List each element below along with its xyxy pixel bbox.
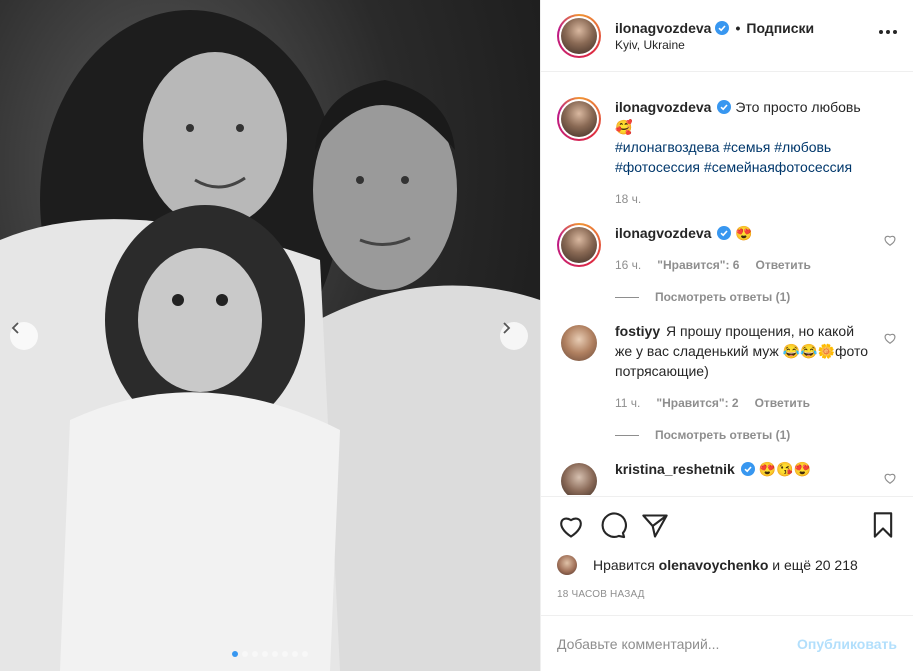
caption-username[interactable]: ilonagvozdeva (615, 99, 711, 115)
photo-illustration (0, 10, 540, 671)
carousel-dot (282, 651, 288, 657)
view-replies-label: Посмотреть ответы (1) (655, 290, 791, 304)
comment-item: ilonagvozdeva 😍 16 ч. "Нравится": 6 Отве… (557, 223, 897, 307)
likes-prefix: Нравится (593, 557, 655, 573)
view-replies-button[interactable]: Посмотреть ответы (1) (615, 287, 870, 307)
post-side-panel: ilonagvozdeva • Подписки Kyiv, Ukraine i… (540, 0, 913, 671)
post-photo[interactable] (0, 0, 540, 671)
caption-time: 18 ч. (615, 192, 642, 206)
caption-emoji: 🥰 (615, 119, 633, 135)
view-replies-label: Посмотреть ответы (1) (655, 428, 791, 442)
verified-icon (717, 226, 732, 240)
chevron-left-icon (11, 322, 19, 334)
comment-input[interactable] (557, 635, 787, 652)
comment-likes[interactable]: "Нравится": 2 (656, 393, 738, 413)
caption-text: Это просто любовь (735, 99, 861, 115)
following-button[interactable]: Подписки (746, 20, 814, 36)
comment-avatar[interactable] (561, 463, 597, 495)
more-options-button[interactable] (879, 30, 897, 34)
carousel-dot (302, 651, 308, 657)
comment-time: 11 ч. (615, 396, 641, 410)
post-caption: ilonagvozdeva Это просто любовь 🥰 #илона… (557, 97, 897, 209)
author-username[interactable]: ilonagvozdeva (615, 20, 711, 36)
verified-icon (715, 20, 730, 35)
comment-text: 😍😘😍 (758, 461, 812, 477)
carousel-dot (262, 651, 268, 657)
liker-username[interactable]: olenavoychenko (659, 557, 769, 573)
comment-avatar[interactable] (557, 223, 601, 267)
post-location[interactable]: Kyiv, Ukraine (615, 38, 814, 52)
prev-photo-button[interactable] (10, 322, 38, 350)
likes-summary[interactable]: Нравится olenavoychenko и ещё 20 218 (557, 555, 897, 575)
reply-button[interactable]: Ответить (755, 393, 810, 413)
view-replies-button[interactable]: Посмотреть ответы (1) (615, 425, 870, 445)
verified-icon (717, 100, 732, 114)
comments-list[interactable]: ilonagvozdeva Это просто любовь 🥰 #илона… (541, 73, 913, 495)
post-header: ilonagvozdeva • Подписки Kyiv, Ukraine (541, 0, 913, 72)
carousel-dot (252, 651, 258, 657)
author-avatar[interactable] (557, 13, 601, 58)
caption-hashtags[interactable]: #илонагвоздева #семья #любовь #фотосесси… (615, 139, 852, 175)
comment-item: kristina_reshetnik 😍😘😍 (557, 459, 897, 495)
comment-username[interactable]: fostiyy (615, 323, 660, 339)
comment-likes[interactable]: "Нравится": 6 (657, 255, 739, 275)
share-icon[interactable] (641, 512, 669, 540)
reply-button[interactable]: Ответить (755, 255, 810, 275)
chevron-right-icon (503, 322, 511, 334)
bookmark-icon[interactable] (869, 511, 897, 539)
carousel-dot (292, 651, 298, 657)
comment-item: fostiyy Я прошу прощения, но какой же у … (557, 321, 897, 445)
carousel-dot (232, 651, 238, 657)
caption-avatar[interactable] (557, 97, 601, 141)
verified-icon (740, 462, 755, 476)
post-time[interactable]: 18 часов назад (557, 589, 897, 600)
carousel-dot (272, 651, 278, 657)
comment-like-icon[interactable] (883, 233, 897, 247)
more-icon (879, 30, 883, 34)
header-separator: • (735, 19, 741, 36)
comment-like-icon[interactable] (883, 471, 897, 485)
comment-avatar[interactable] (561, 325, 597, 361)
comment-username[interactable]: kristina_reshetnik (615, 461, 735, 477)
heart-icon[interactable] (557, 512, 585, 540)
publish-button[interactable]: Опубликовать (797, 636, 897, 652)
liker-avatar (557, 555, 577, 575)
likes-count[interactable]: и ещё 20 218 (772, 557, 858, 573)
comment-username[interactable]: ilonagvozdeva (615, 225, 711, 241)
comment-icon[interactable] (599, 512, 627, 540)
carousel-indicator (0, 651, 540, 657)
comment-time: 16 ч. (615, 258, 642, 272)
carousel-dot (242, 651, 248, 657)
post-dialog: ilonagvozdeva • Подписки Kyiv, Ukraine i… (0, 0, 913, 671)
add-comment-bar: Опубликовать (541, 615, 913, 671)
comment-like-icon[interactable] (883, 331, 897, 345)
next-photo-button[interactable] (500, 322, 528, 350)
comment-text: 😍 (735, 225, 753, 241)
post-actions: Нравится olenavoychenko и ещё 20 218 18 … (541, 496, 913, 600)
